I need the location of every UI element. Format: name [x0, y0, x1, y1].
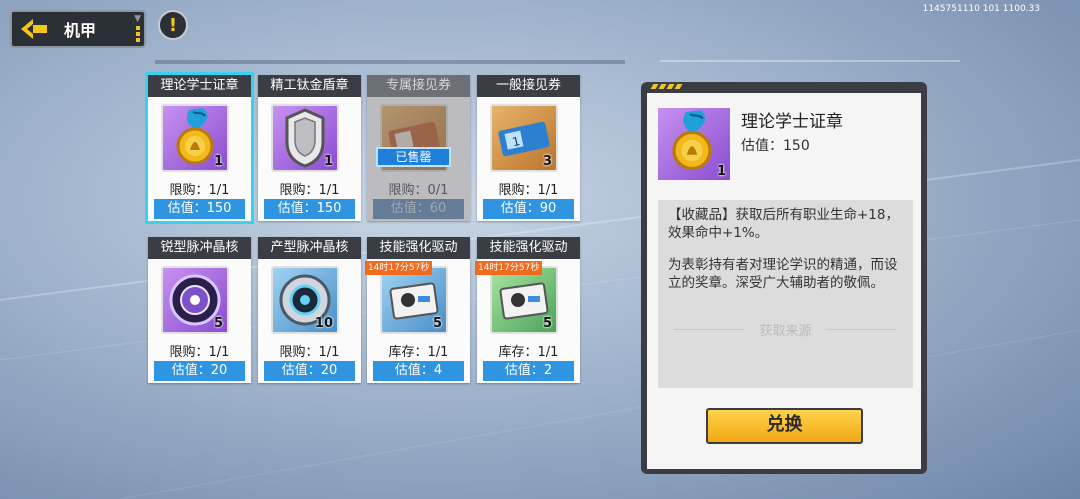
item-name: 技能强化驱动	[477, 237, 580, 259]
item-price: 估值：20	[264, 361, 355, 381]
corner-chevron-icon: ▼	[134, 14, 141, 24]
item-price: 估值：20	[154, 361, 245, 381]
detail-item-value: 估值：150	[741, 138, 810, 154]
shop-item-card[interactable]: 产型脉冲晶核 10 限购：1/1 估值：20	[258, 237, 361, 383]
sold-out-badge: 已售罄	[376, 147, 451, 167]
detail-item-name: 理论学士证章	[741, 112, 843, 132]
item-name: 一般接见券	[477, 75, 580, 97]
item-icon-frame: 1	[161, 104, 229, 172]
shop-item-card[interactable]: 技能强化驱动 14时17分57秒 5 库存：1/1 估值：4	[365, 237, 470, 383]
detail-quantity: 1	[716, 164, 726, 179]
server-stats: 1145751110 101 1100.33	[922, 4, 1040, 14]
shop-item-card[interactable]: 锐型脉冲晶核 5 限购：1/1 估值：20	[148, 237, 251, 383]
item-name: 技能强化驱动	[367, 237, 470, 259]
description-effect: 【收藏品】获取后所有职业生命+18，效果命中+1%。	[668, 207, 899, 241]
accent-dots	[136, 26, 140, 42]
stock-limit: 库存：1/1	[388, 345, 449, 360]
shop-item-card[interactable]: 一般接见券 1 3 限购：1/1 估值：90	[477, 75, 580, 221]
exchange-button[interactable]: 兑换	[706, 408, 863, 444]
item-name: 产型脉冲晶核	[258, 237, 361, 259]
page-title: 机甲	[64, 21, 97, 40]
purchase-limit: 限购：1/1	[279, 183, 340, 198]
item-price: 估值：2	[483, 361, 574, 381]
item-quantity: 5	[542, 316, 552, 331]
description-lore: 为表彰持有者对理论学识的精通，而设立的奖章。深受广大辅助者的敬佩。	[668, 257, 898, 291]
item-price: 估值：150	[154, 199, 245, 219]
item-name: 精工钛金盾章	[258, 75, 361, 97]
back-button[interactable]: 机甲 ▼	[10, 10, 146, 48]
refresh-timer: 14时17分57秒	[475, 261, 543, 275]
purchase-limit: 限购：1/1	[169, 345, 230, 360]
shop-item-card[interactable]: 专属接见券 2 限购：0/1 估值：60 已售罄	[367, 75, 470, 221]
purchase-limit: 限购：1/1	[498, 183, 559, 198]
item-icon-frame: 5	[490, 266, 558, 334]
exclamation-icon[interactable]: !	[158, 10, 188, 40]
refresh-timer: 14时17分57秒	[365, 261, 433, 275]
shop-item-card[interactable]: 精工钛金盾章 1 限购：1/1 估值：150	[258, 75, 361, 221]
item-icon-frame: 5	[380, 266, 448, 334]
item-quantity: 10	[314, 316, 333, 331]
purchase-limit: 限购：1/1	[169, 183, 230, 198]
description-box: 【收藏品】获取后所有职业生命+18，效果命中+1%。 为表彰持有者对理论学识的精…	[658, 200, 913, 388]
item-icon-frame: 10	[271, 266, 339, 334]
item-name: 理论学士证章	[148, 75, 251, 97]
item-quantity: 5	[213, 316, 223, 331]
back-arrow-icon	[12, 12, 56, 46]
medal-icon	[672, 110, 712, 171]
item-quantity: 1	[213, 154, 223, 169]
detail-item-icon: 1	[658, 108, 730, 180]
item-quantity: 3	[542, 154, 552, 169]
item-icon-frame: 1 3	[490, 104, 558, 172]
item-icon-frame: 5	[161, 266, 229, 334]
item-price: 估值：150	[264, 199, 355, 219]
item-name: 锐型脉冲晶核	[148, 237, 251, 259]
stock-limit: 库存：1/1	[498, 345, 559, 360]
item-price: 估值：4	[373, 361, 464, 381]
item-quantity: 5	[432, 316, 442, 331]
item-price: 估值：90	[483, 199, 574, 219]
shop-item-card[interactable]: 理论学士证章 1 限购：1/1 估值：150	[145, 72, 254, 224]
purchase-limit: 限购：1/1	[279, 345, 340, 360]
panel-accent-stripes	[650, 84, 683, 89]
item-name: 专属接见券	[367, 75, 470, 97]
shop-item-card[interactable]: 技能强化驱动 14时17分57秒 5 库存：1/1 估值：2	[475, 237, 580, 383]
item-quantity: 1	[323, 154, 333, 169]
exchange-label: 兑换	[766, 414, 803, 435]
source-label: 获取来源	[658, 320, 913, 339]
item-icon-frame: 1	[271, 104, 339, 172]
